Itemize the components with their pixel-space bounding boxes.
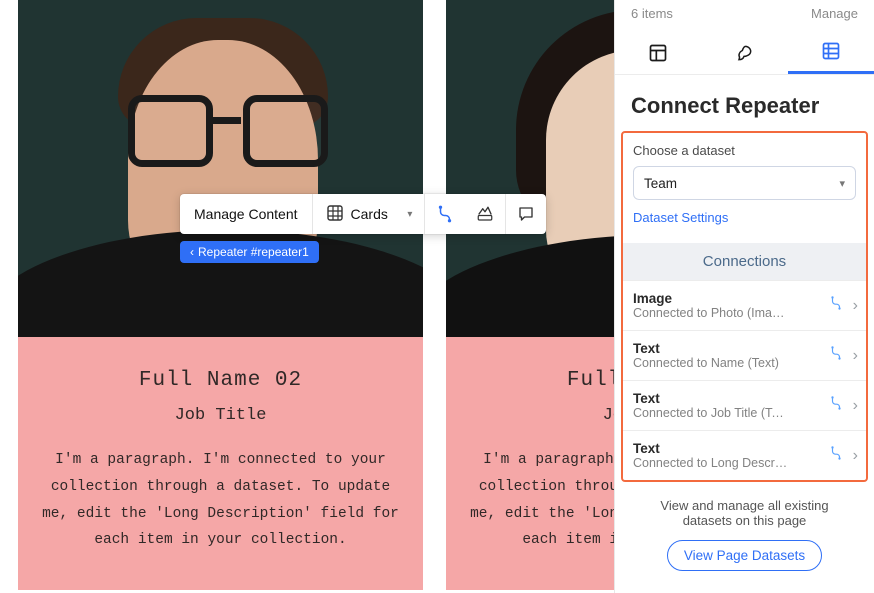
chevron-right-icon: ›	[853, 397, 858, 415]
repeater[interactable]: Full Name 02 Job Title I'm a paragraph. …	[0, 0, 614, 593]
element-breadcrumb-label: Repeater #repeater1	[198, 245, 309, 259]
panel-footer: View and manage all existing datasets on…	[615, 482, 874, 571]
connection-row-longdesc[interactable]: Text Connected to Long Descri… ›	[623, 430, 866, 480]
card-description[interactable]: I'm a paragraph. I'm connected to your c…	[42, 447, 399, 554]
card-subtitle[interactable]: Job Title	[470, 406, 614, 425]
card-image[interactable]	[18, 0, 423, 337]
connection-subtitle: Connected to Name (Text)	[633, 356, 779, 370]
card-title[interactable]: Full Name 02	[42, 369, 399, 392]
manage-dataset-link[interactable]: Manage	[811, 6, 858, 21]
panel-title: Connect Repeater	[615, 75, 874, 131]
grid-icon	[327, 205, 343, 224]
tab-layout[interactable]	[615, 31, 701, 74]
layout-icon	[648, 43, 668, 63]
connection-title: Text	[633, 441, 788, 456]
connections-header: Connections	[623, 243, 866, 280]
connect-settings-block: Choose a dataset Team ▾ Dataset Settings…	[621, 131, 868, 482]
chevron-down-icon: ▾	[839, 177, 845, 190]
element-toolbar: Manage Content Cards ▾	[180, 194, 546, 234]
dataset-label: Choose a dataset	[633, 143, 856, 158]
connection-row-name[interactable]: Text Connected to Name (Text) ›	[623, 330, 866, 380]
card-subtitle[interactable]: Job Title	[42, 406, 399, 425]
connection-row-jobtitle[interactable]: Text Connected to Job Title (Text) ›	[623, 380, 866, 430]
tab-connect[interactable]	[788, 31, 874, 74]
card-title[interactable]: Full Name 02	[470, 369, 614, 392]
connection-row-image[interactable]: Image Connected to Photo (Image) ›	[623, 280, 866, 330]
connect-data-icon[interactable]	[425, 194, 465, 234]
connection-title: Text	[633, 391, 788, 406]
element-breadcrumb[interactable]: ‹ Repeater #repeater1	[180, 241, 319, 263]
repeater-item[interactable]: Full Name 02 Job Title I'm a paragraph. …	[446, 0, 614, 590]
repeater-item[interactable]: Full Name 02 Job Title I'm a paragraph. …	[18, 0, 423, 590]
chevron-right-icon: ›	[853, 447, 858, 465]
dynamic-icon	[829, 396, 843, 415]
layout-select[interactable]: Cards	[313, 194, 402, 234]
connection-title: Text	[633, 341, 779, 356]
dynamic-icon	[829, 446, 843, 465]
dynamic-icon	[829, 296, 843, 315]
dataset-select[interactable]: Team ▾	[633, 166, 856, 200]
dataset-settings-link[interactable]: Dataset Settings	[633, 210, 728, 225]
dynamic-icon	[829, 346, 843, 365]
chevron-right-icon: ›	[853, 347, 858, 365]
view-page-datasets-button[interactable]: View Page Datasets	[667, 540, 822, 571]
card-body: Full Name 02 Job Title I'm a paragraph. …	[18, 337, 423, 590]
chevron-left-icon: ‹	[190, 245, 194, 259]
card-description[interactable]: I'm a paragraph. I'm connected to your c…	[470, 447, 614, 554]
dataset-select-value: Team	[644, 176, 677, 191]
comment-icon[interactable]	[506, 194, 546, 234]
panel-footer-text: View and manage all existing datasets on…	[637, 498, 852, 528]
connection-subtitle: Connected to Photo (Image)	[633, 306, 788, 320]
panel-tabs	[615, 31, 874, 75]
connection-title: Image	[633, 291, 788, 306]
chevron-right-icon: ›	[853, 297, 858, 315]
card-body: Full Name 02 Job Title I'm a paragraph. …	[446, 337, 614, 590]
panel-dataset-summary: 6 items Manage	[615, 0, 874, 31]
connection-subtitle: Connected to Job Title (Text)	[633, 406, 788, 420]
connect-panel: 6 items Manage Connect Repeater Choose a…	[614, 0, 874, 593]
dataset-icon	[821, 41, 841, 61]
connection-subtitle: Connected to Long Descri…	[633, 456, 788, 470]
editor-canvas: Full Name 02 Job Title I'm a paragraph. …	[0, 0, 614, 593]
animation-icon[interactable]	[465, 194, 505, 234]
manage-content-button[interactable]: Manage Content	[180, 194, 312, 234]
brush-icon	[734, 43, 754, 63]
chevron-down-icon[interactable]: ▾	[402, 194, 424, 234]
layout-label: Cards	[351, 206, 388, 222]
dataset-item-count: 6 items	[631, 6, 673, 21]
card-image[interactable]	[446, 0, 614, 337]
tab-design[interactable]	[701, 31, 787, 74]
